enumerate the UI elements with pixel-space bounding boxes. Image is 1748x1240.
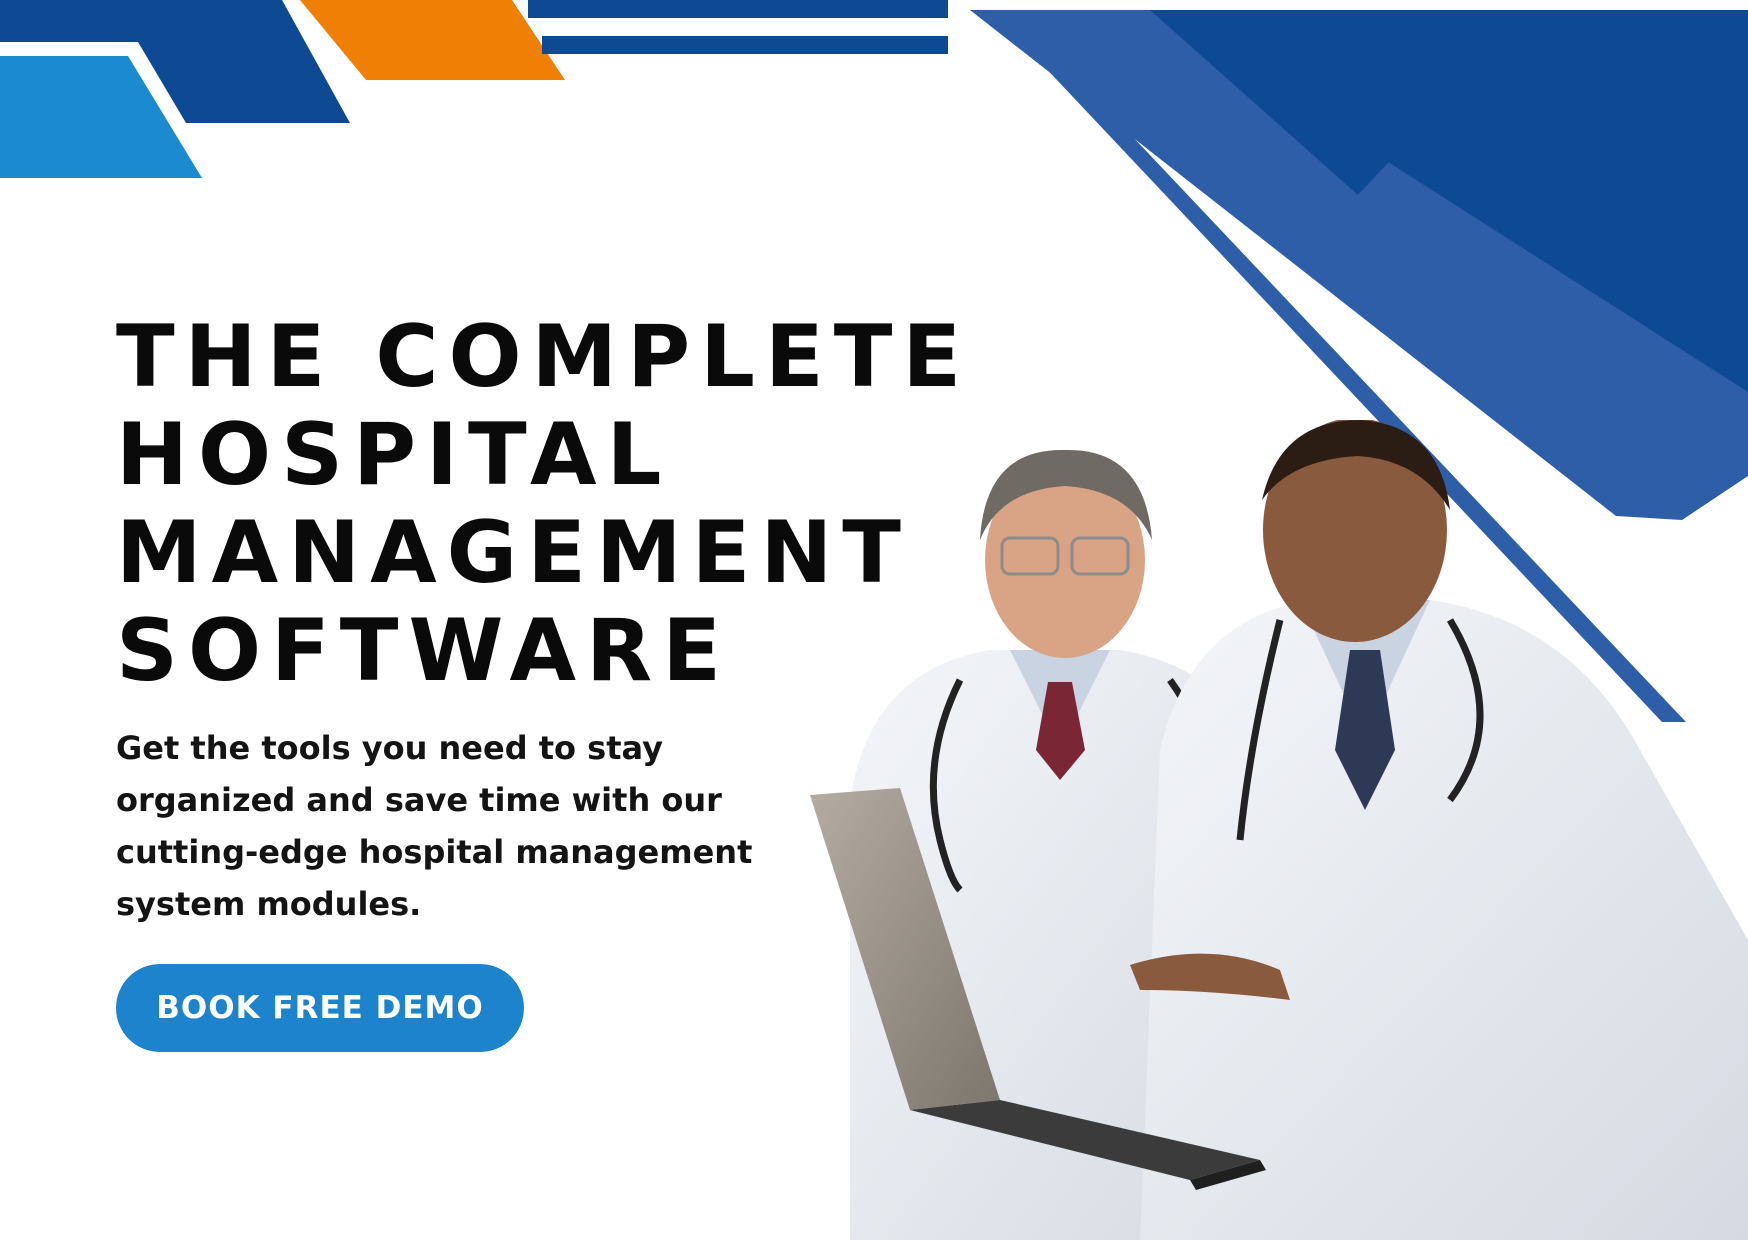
- book-free-demo-button[interactable]: BOOK FREE DEMO: [116, 964, 524, 1052]
- navy-stripe-bottom: [542, 36, 948, 54]
- navy-stripe-top: [528, 0, 948, 18]
- headline-line-1: THE COMPLETE: [116, 307, 972, 407]
- two-doctors-with-laptop-photo: [810, 420, 1748, 1240]
- orange-parallelogram-shape: [300, 0, 565, 80]
- hero-subtext: Get the tools you need to stay organized…: [116, 729, 753, 923]
- younger-doctor-figure: [1130, 420, 1748, 1240]
